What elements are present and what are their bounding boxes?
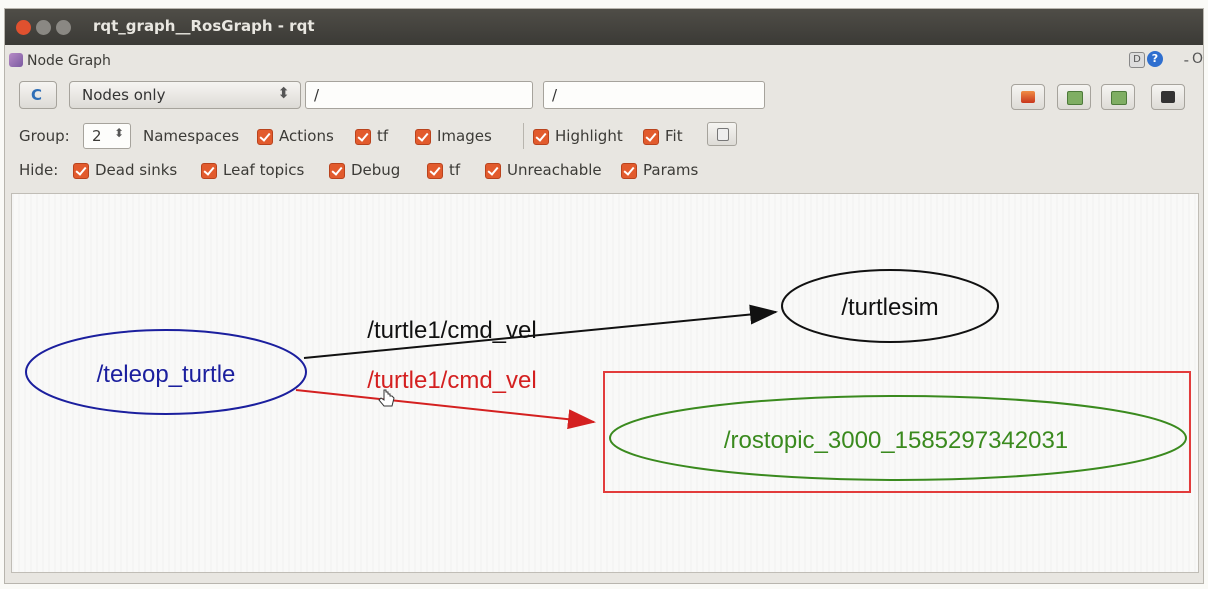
ros-graph-svg: /teleop_turtle /turtlesim /rostopic_3000… xyxy=(25,269,1191,493)
debug-label: Debug xyxy=(351,161,401,179)
edge-cmd-vel-black-label: /turtle1/cmd_vel xyxy=(367,317,536,344)
node-filter-input[interactable] xyxy=(305,81,533,109)
highlight-label: Highlight xyxy=(555,127,623,145)
params-checkbox[interactable] xyxy=(621,163,637,179)
title-bar[interactable]: rqt_graph__RosGraph - rqt xyxy=(5,9,1203,45)
hide-label: Hide: xyxy=(19,161,59,179)
fit-in-view-button[interactable] xyxy=(707,122,737,146)
save-svg-icon xyxy=(1111,91,1127,105)
fit-view-icon xyxy=(717,128,729,141)
params-label: Params xyxy=(643,161,699,179)
group-options-row: Group: 2 ⬍ Namespaces Actions tf Images … xyxy=(19,122,919,149)
fit-checkbox[interactable] xyxy=(643,129,659,145)
save-dot-button[interactable] xyxy=(1057,84,1091,110)
save-image-icon xyxy=(1161,91,1175,103)
graph-canvas[interactable]: /teleop_turtle /turtlesim /rostopic_3000… xyxy=(11,193,1199,573)
maximize-window-button[interactable] xyxy=(56,20,71,35)
images-label: Images xyxy=(437,127,492,145)
load-icon xyxy=(1021,91,1035,103)
leaf-topics-checkbox[interactable] xyxy=(201,163,217,179)
save-svg-button[interactable] xyxy=(1101,84,1135,110)
graph-type-value: Nodes only xyxy=(82,86,166,104)
dead-sinks-label: Dead sinks xyxy=(95,161,178,179)
refresh-button[interactable]: C xyxy=(19,81,57,109)
group-label: Group: xyxy=(19,127,70,145)
plugin-options-button[interactable]: O xyxy=(1192,51,1203,67)
load-dot-button[interactable] xyxy=(1011,84,1045,110)
node-graph-plugin-icon xyxy=(9,53,23,67)
close-window-button[interactable] xyxy=(16,20,31,35)
plugin-title: Node Graph xyxy=(27,53,111,69)
unreachable-checkbox[interactable] xyxy=(485,163,501,179)
spin-arrows-icon: ⬍ xyxy=(113,126,124,140)
group-value: 2 xyxy=(92,127,102,145)
fit-label: Fit xyxy=(665,127,683,145)
plugin-header: Node Graph D ? - O xyxy=(5,47,1203,75)
edge-cmd-vel-red-label: /turtle1/cmd_vel xyxy=(367,367,536,394)
group-spinbox[interactable]: 2 ⬍ xyxy=(83,123,131,149)
select-arrows-icon: ⬍ xyxy=(277,84,290,102)
node-teleop-label: /teleop_turtle xyxy=(97,361,236,388)
actions-checkbox[interactable] xyxy=(257,129,273,145)
tf-hide-label: tf xyxy=(449,161,461,179)
tf-group-checkbox[interactable] xyxy=(355,129,371,145)
rqt-window: rqt_graph__RosGraph - rqt Node Graph D ?… xyxy=(4,8,1204,584)
toolbar-separator xyxy=(523,123,524,149)
tf-hide-checkbox[interactable] xyxy=(427,163,443,179)
save-dot-icon xyxy=(1067,91,1083,105)
namespaces-label: Namespaces xyxy=(143,127,240,145)
topic-filter-input[interactable] xyxy=(543,81,765,109)
save-image-button[interactable] xyxy=(1151,84,1185,110)
hide-options-row: Hide: Dead sinks Leaf topics Debug tf Un… xyxy=(19,161,919,183)
dock-button[interactable]: D xyxy=(1129,52,1145,68)
debug-checkbox[interactable] xyxy=(329,163,345,179)
images-checkbox[interactable] xyxy=(415,129,431,145)
dead-sinks-checkbox[interactable] xyxy=(73,163,89,179)
minimize-window-button[interactable] xyxy=(36,20,51,35)
leaf-topics-label: Leaf topics xyxy=(223,161,305,179)
node-turtlesim-label: /turtlesim xyxy=(841,294,938,321)
tf-group-label: tf xyxy=(377,127,389,145)
highlight-checkbox[interactable] xyxy=(533,129,549,145)
help-icon[interactable]: ? xyxy=(1147,51,1163,67)
actions-label: Actions xyxy=(279,127,334,145)
edge-cmd-vel-red[interactable] xyxy=(295,389,596,430)
graph-type-select[interactable]: Nodes only ⬍ xyxy=(69,81,301,109)
unreachable-label: Unreachable xyxy=(507,161,602,179)
plugin-minimize-button[interactable]: - xyxy=(1184,51,1189,69)
refresh-icon: C xyxy=(31,86,43,104)
node-rostopic-label: /rostopic_3000_1585297342031 xyxy=(724,427,1068,454)
window-title: rqt_graph__RosGraph - rqt xyxy=(93,17,315,35)
